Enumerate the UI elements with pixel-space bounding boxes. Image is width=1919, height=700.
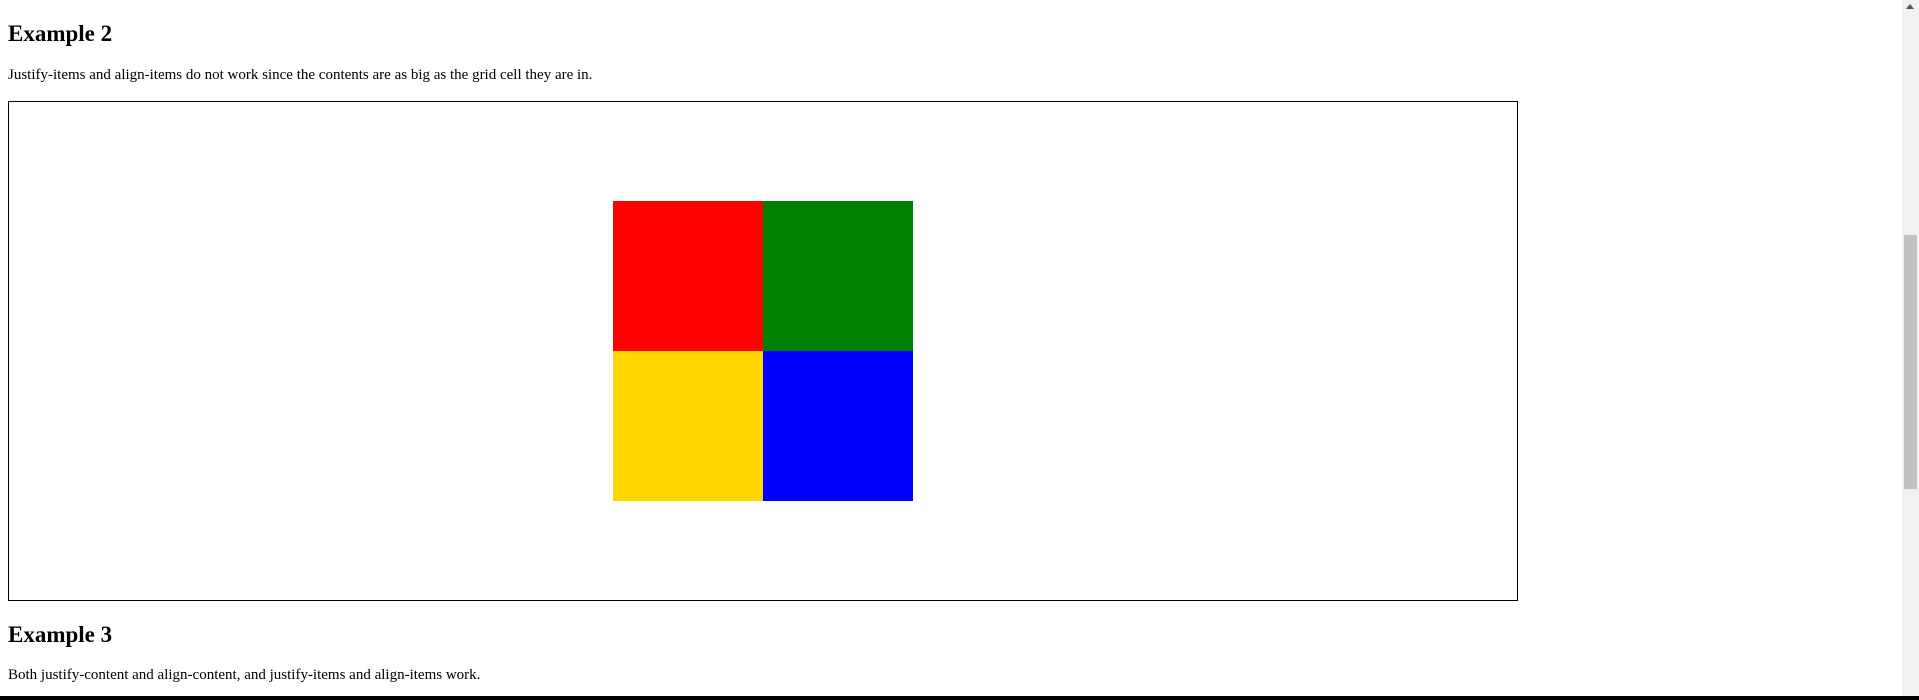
grid-container: [8, 101, 1518, 601]
yellow-cell: [613, 351, 763, 501]
scroll-up-arrow-icon[interactable]: [1906, 4, 1914, 9]
example-3-heading: Example 3: [8, 622, 113, 647]
bottom-edge-bar: [0, 696, 1919, 700]
vertical-scrollbar[interactable]: [1902, 0, 1919, 696]
red-cell: [613, 201, 763, 351]
scrollbar-thumb[interactable]: [1904, 235, 1917, 489]
example-2-description: Justify-items and align-items do not wor…: [8, 67, 593, 83]
example-2-heading: Example 2: [8, 21, 113, 46]
green-cell: [763, 201, 913, 351]
blue-cell: [763, 351, 913, 501]
example-3-description: Both justify-content and align-content, …: [8, 667, 481, 683]
